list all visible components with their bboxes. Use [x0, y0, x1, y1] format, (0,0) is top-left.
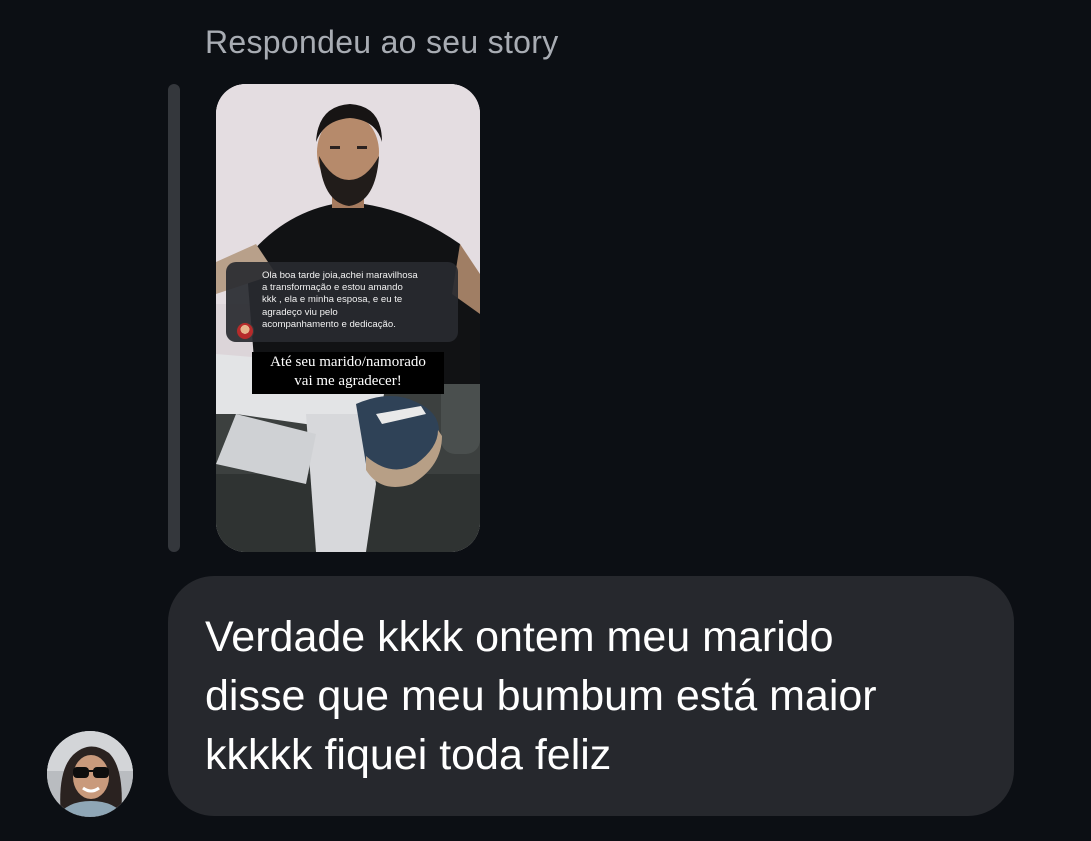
story-quoted-message: Ola boa tarde joia,achei maravilhosa a t… [226, 262, 458, 342]
story-caption: Até seu marido/namorado vai me agradecer… [252, 352, 444, 394]
avatar-photo [47, 731, 133, 817]
dm-thread: Respondeu ao seu story Ola boa tarde joi… [0, 0, 1091, 841]
story-quoted-text: Ola boa tarde joia,achei maravilhosa a t… [262, 270, 418, 330]
story-preview[interactable]: Ola boa tarde joia,achei maravilhosa a t… [216, 84, 480, 552]
quoted-sender-avatar [236, 322, 254, 340]
reply-indicator-bar [168, 84, 180, 552]
story-reply-caption: Respondeu ao seu story [205, 24, 559, 60]
message-text: Verdade kkkk ontem meu marido disse que … [205, 613, 877, 779]
sender-avatar[interactable] [47, 731, 133, 817]
message-bubble[interactable]: Verdade kkkk ontem meu marido disse que … [168, 576, 1014, 816]
